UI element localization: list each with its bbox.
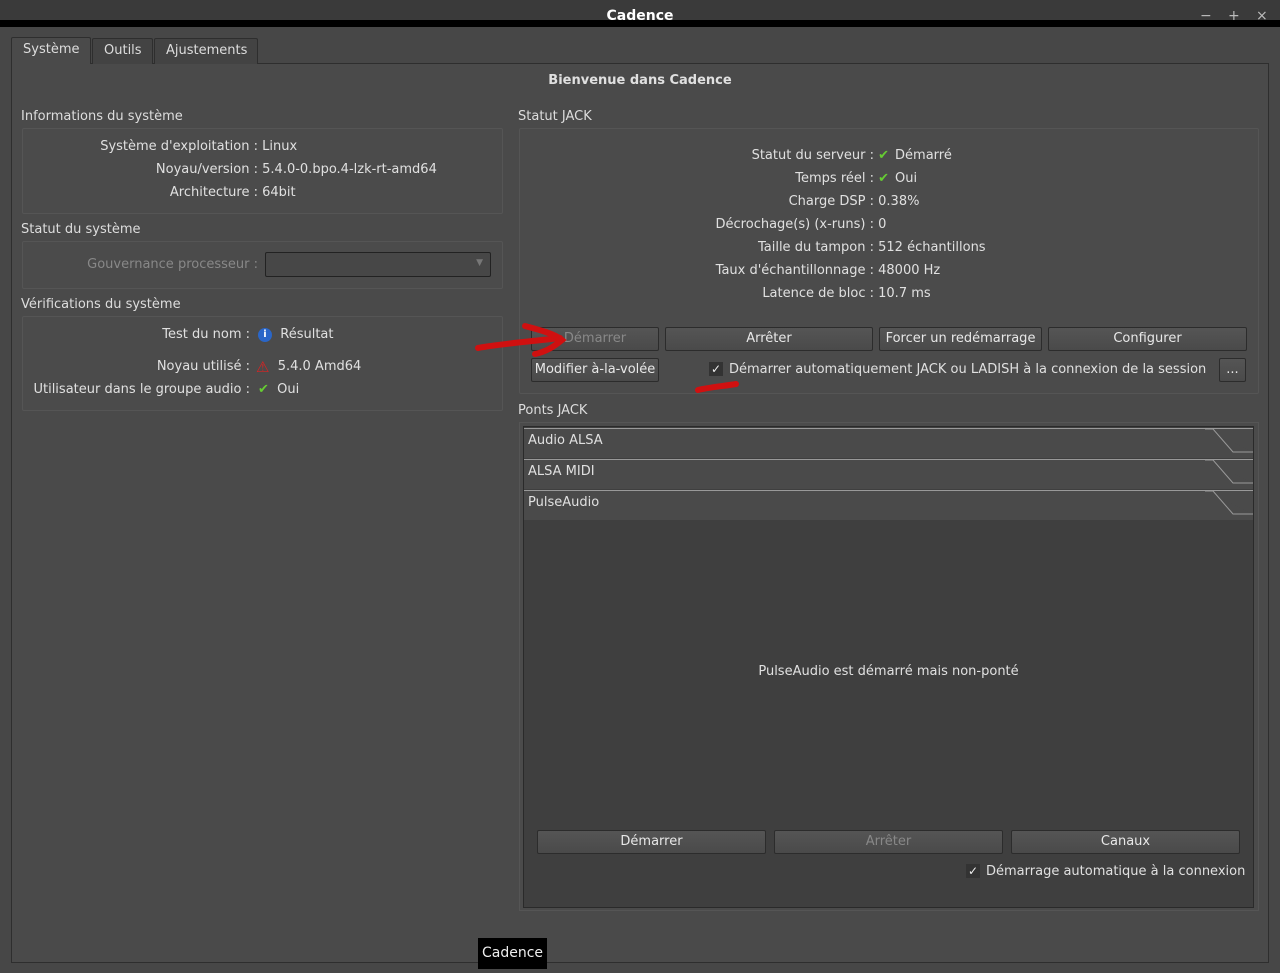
jack-autostart-label: Démarrer automatiquement JACK ou LADISH … — [729, 362, 1207, 377]
jack-status-label: Charge DSP : — [788, 194, 874, 209]
tab-label: Système — [23, 42, 80, 57]
kernel-label: Noyau/version : — [155, 162, 258, 177]
jack-status-value: 48000 Hz — [878, 263, 941, 278]
minimize-button[interactable]: − — [1200, 6, 1212, 26]
jack-status-label: Taille du tampon : — [757, 240, 874, 255]
pulse-stop-button[interactable]: Arrêter — [774, 830, 1003, 854]
bridge-label: PulseAudio — [528, 495, 600, 510]
pulse-autostart-checkbox[interactable]: ✓ Démarrage automatique à la connexion — [966, 864, 1245, 879]
warning-icon: ⚠ — [256, 358, 270, 376]
tab-bevels — [1205, 428, 1253, 515]
jack-status-row: Taux d'échantillonnage : 48000 Hz — [560, 263, 941, 278]
maximize-button[interactable]: + — [1228, 6, 1240, 26]
tab-label: Ajustements — [166, 43, 248, 58]
sysstatus-title: Statut du système — [21, 222, 141, 237]
tab-systeme[interactable]: Système — [11, 37, 91, 64]
jack-status-label: Latence de bloc : — [762, 286, 874, 301]
os-value: Linux — [262, 139, 298, 154]
audio-group-value: Oui — [277, 382, 300, 397]
governor-select[interactable]: ▼ — [265, 252, 491, 277]
jack-status-label: Statut du serveur : — [751, 148, 874, 163]
jack-status-row: Taille du tampon : 512 échantillons — [560, 240, 986, 255]
kernel-used-value: 5.4.0 Amd64 — [277, 359, 362, 374]
bridge-label: ALSA MIDI — [528, 464, 595, 479]
more-button[interactable]: ... — [1219, 358, 1246, 382]
name-test-value: Résultat — [280, 327, 334, 342]
jack-status-label: Taux d'échantillonnage : — [715, 263, 874, 278]
tab-outils[interactable]: Outils — [92, 38, 153, 64]
jack-status-value: Oui — [895, 171, 918, 186]
pulse-autostart-label: Démarrage automatique à la connexion — [986, 864, 1246, 879]
jack-status-label: Décrochage(s) (x-runs) : — [715, 217, 874, 232]
jack-autostart-checkbox[interactable]: ✓ Démarrer automatiquement JACK ou LADISH… — [709, 362, 1206, 377]
jack-status-value: Démarré — [895, 148, 952, 163]
jack-status-label: Temps réel : — [795, 171, 874, 186]
jack-status-row: Décrochage(s) (x-runs) : 0 — [560, 217, 887, 232]
kernel-used-label: Noyau utilisé : — [156, 359, 250, 374]
close-button[interactable]: × — [1256, 6, 1268, 26]
bridge-alsa-midi[interactable]: ALSA MIDI — [524, 459, 1253, 489]
check-icon: ✔ — [878, 171, 890, 186]
os-label: Système d'exploitation : — [100, 139, 258, 154]
title-separator — [0, 20, 1280, 27]
audio-group-label: Utilisateur dans le groupe audio : — [33, 382, 250, 397]
configure-button[interactable]: Configurer — [1048, 327, 1247, 351]
title-bar: Cadence — [0, 0, 1280, 24]
red-annotations — [475, 323, 739, 393]
check-icon: ✔ — [878, 148, 890, 163]
jack-status-row: Latence de bloc : 10.7 ms — [560, 286, 931, 301]
force-restart-button[interactable]: Forcer un redémarrage — [879, 327, 1042, 351]
jack-title: Statut JACK — [518, 109, 592, 124]
info-icon: i — [258, 328, 272, 342]
arch-label: Architecture : — [169, 185, 258, 200]
tab-label: Outils — [104, 43, 142, 58]
jack-status-row: Statut du serveur : ✔ Démarré — [560, 148, 952, 163]
sysinfo-title: Informations du système — [21, 109, 183, 124]
tooltip: Cadence — [478, 938, 547, 969]
chevron-down-icon: ▼ — [476, 258, 483, 268]
arch-value: 64bit — [262, 185, 296, 200]
jack-status-value: 0 — [878, 217, 887, 232]
kernel-value: 5.4.0-0.bpo.4-lzk-rt-amd64 — [262, 162, 437, 177]
bridges-title: Ponts JACK — [518, 403, 588, 418]
tab-ajustements[interactable]: Ajustements — [154, 38, 258, 64]
checks-title: Vérifications du système — [21, 297, 181, 312]
page-title: Bienvenue dans Cadence — [548, 73, 732, 88]
pulse-start-button[interactable]: Démarrer — [537, 830, 766, 854]
jack-status-row: Charge DSP : 0.38% — [560, 194, 920, 209]
bridge-label: Audio ALSA — [528, 433, 603, 448]
name-test-label: Test du nom : — [162, 327, 250, 342]
jack-status-value: 0.38% — [878, 194, 920, 209]
jack-status-value: 10.7 ms — [878, 286, 931, 301]
checkbox-check: ✓ — [966, 864, 980, 878]
pulse-status: PulseAudio est démarré mais non-ponté — [758, 664, 1019, 679]
jack-status-row: Temps réel : ✔ Oui — [560, 171, 917, 186]
check-icon: ✔ — [258, 382, 269, 397]
bridge-pulseaudio[interactable]: PulseAudio — [524, 490, 1253, 520]
jack-status-value: 512 échantillons — [878, 240, 986, 255]
channels-button[interactable]: Canaux — [1011, 830, 1240, 854]
governor-label: Gouvernance processeur : — [87, 257, 258, 272]
bridge-audio-alsa[interactable]: Audio ALSA — [524, 428, 1253, 458]
